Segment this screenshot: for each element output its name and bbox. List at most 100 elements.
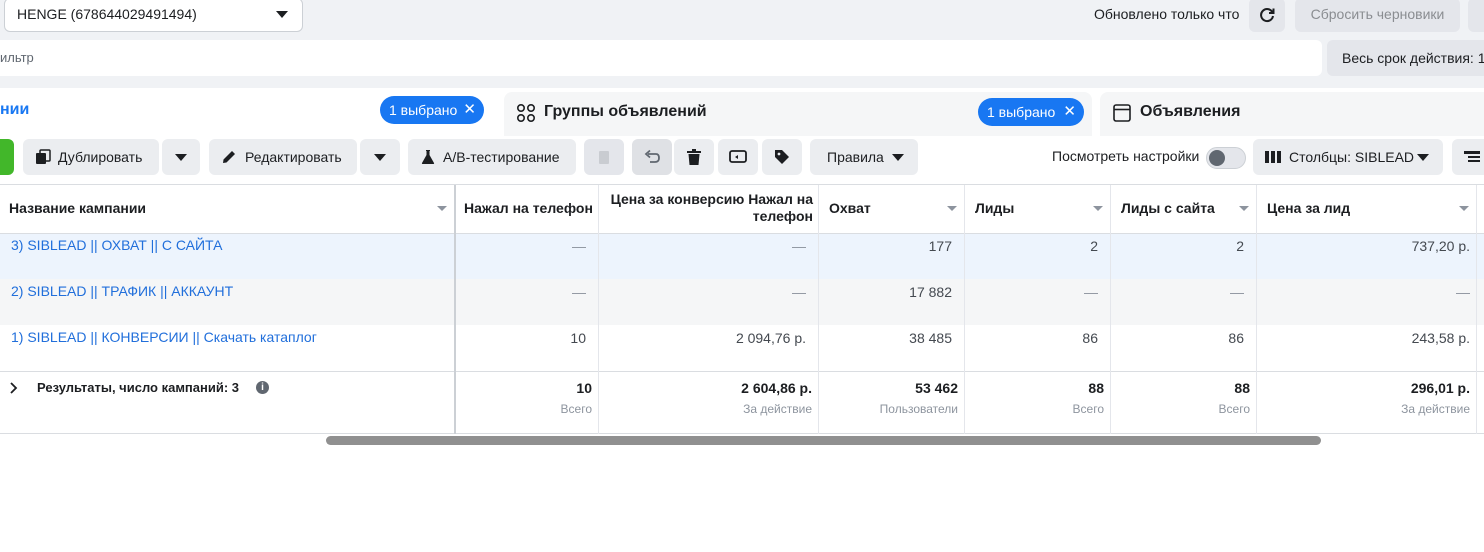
adsets-selected-badge[interactable]: 1 выбрано ✕ bbox=[978, 98, 1084, 126]
column-divider bbox=[1476, 185, 1477, 434]
column-header-campaign-name[interactable]: Название кампании bbox=[0, 185, 455, 233]
table-row[interactable]: 1) SIBLEAD || КОНВЕРСИИ || Скачать катап… bbox=[0, 325, 1484, 371]
info-icon[interactable]: i bbox=[256, 381, 269, 394]
table-row[interactable]: 3) SIBLEAD || ОХВАТ || С САЙТА — — 177 2… bbox=[0, 233, 1484, 279]
cell-reach: 38 485 bbox=[909, 330, 952, 346]
table-row[interactable]: 2) SIBLEAD || ТРАФИК || АККАУНТ — — 17 8… bbox=[0, 279, 1484, 325]
undo-button[interactable] bbox=[632, 139, 672, 175]
column-divider bbox=[1110, 185, 1111, 434]
summary-label: Результаты, число кампаний: 3 bbox=[37, 380, 240, 395]
ad-window-icon bbox=[1113, 104, 1131, 122]
account-label: HENGE (678644029491494) bbox=[17, 6, 197, 22]
tag-button[interactable] bbox=[762, 139, 802, 175]
columns-button[interactable]: Столбцы: SIBLEAD bbox=[1253, 139, 1443, 175]
grid-icon bbox=[516, 103, 536, 123]
chevron-down-icon bbox=[892, 154, 904, 161]
delete-button[interactable] bbox=[674, 139, 714, 175]
preview-button[interactable] bbox=[718, 139, 758, 175]
chevron-down-icon bbox=[374, 154, 386, 161]
create-button[interactable] bbox=[0, 139, 14, 175]
summary-phone-sub: Всего bbox=[560, 402, 592, 416]
horizontal-scrollbar[interactable] bbox=[326, 436, 1321, 445]
summary-leads-sub: Всего bbox=[1072, 402, 1104, 416]
header-label: Цена за лид bbox=[1267, 200, 1351, 216]
account-selector[interactable]: HENGE (678644029491494) bbox=[4, 0, 303, 32]
sort-arrow-icon[interactable] bbox=[1239, 206, 1249, 211]
close-icon[interactable]: ✕ bbox=[463, 96, 476, 124]
column-header-phone[interactable]: Нажал на телефон bbox=[455, 185, 599, 233]
sort-arrow-icon[interactable] bbox=[437, 206, 447, 211]
close-icon[interactable]: ✕ bbox=[1063, 98, 1076, 126]
header-label: Лиды bbox=[975, 200, 1015, 216]
duplicate-label: Дублировать bbox=[58, 149, 143, 165]
view-settings-label: Посмотреть настройки bbox=[1052, 148, 1200, 164]
rules-button[interactable]: Правила bbox=[810, 139, 918, 175]
sort-arrow-icon[interactable] bbox=[1093, 206, 1103, 211]
cell-reach: 17 882 bbox=[909, 284, 952, 300]
column-header-reach[interactable]: Охват bbox=[819, 185, 965, 233]
campaign-name-link[interactable]: 3) SIBLEAD || ОХВАТ || С САЙТА bbox=[11, 237, 222, 253]
column-header-cost-phone[interactable]: Цена за конверсию Нажал на телефон bbox=[599, 185, 819, 233]
edit-button[interactable]: Редактировать bbox=[209, 139, 357, 175]
chevron-right-icon[interactable] bbox=[9, 382, 19, 394]
more-button[interactable] bbox=[1468, 0, 1484, 32]
duplicate-button[interactable]: Дублировать bbox=[23, 139, 159, 175]
cell-leads: — bbox=[1084, 284, 1098, 300]
summary-cost-phone-sub: За действие bbox=[743, 402, 812, 416]
edit-options-button[interactable] bbox=[360, 139, 400, 175]
cell-leads: 86 bbox=[1082, 330, 1098, 346]
sort-arrow-icon[interactable] bbox=[947, 206, 957, 211]
column-header-leads[interactable]: Лиды bbox=[965, 185, 1111, 233]
header-label: Охват bbox=[829, 200, 871, 216]
chevron-down-icon bbox=[1417, 154, 1429, 161]
ab-test-label: A/B-тестирование bbox=[443, 149, 560, 165]
summary-row: Результаты, число кампаний: 3 i 10 Всего… bbox=[0, 371, 1484, 434]
column-header-site-leads[interactable]: Лиды с сайта bbox=[1111, 185, 1257, 233]
refresh-button[interactable] bbox=[1249, 0, 1285, 32]
duplicate-icon bbox=[36, 149, 51, 164]
summary-site-leads-sub: Всего bbox=[1218, 402, 1250, 416]
summary-site-leads: 88 bbox=[1234, 380, 1250, 396]
sort-arrow-icon[interactable] bbox=[1459, 206, 1469, 211]
summary-reach-sub: Пользователи bbox=[879, 402, 958, 416]
archive-button[interactable] bbox=[584, 139, 624, 175]
toggle-knob bbox=[1209, 150, 1225, 166]
discard-drafts-button[interactable]: Сбросить черновики bbox=[1295, 0, 1460, 32]
campaigns-selected-badge[interactable]: 1 выбрано ✕ bbox=[380, 96, 484, 124]
columns-icon bbox=[1265, 151, 1281, 163]
ab-test-button[interactable]: A/B-тестирование bbox=[408, 139, 576, 175]
chevron-down-icon bbox=[175, 154, 187, 161]
tab-ad-sets-label: Группы объявлений bbox=[544, 103, 707, 120]
preview-icon bbox=[729, 150, 747, 163]
summary-cost-lead: 296,01 р. bbox=[1410, 380, 1470, 396]
cell-reach: 177 bbox=[928, 238, 952, 254]
cell-phone: — bbox=[572, 284, 586, 300]
header-label: Цена за конверсию Нажал на телефон bbox=[610, 191, 813, 224]
column-divider bbox=[454, 185, 456, 434]
summary-cost-lead-sub: За действие bbox=[1401, 402, 1470, 416]
breakdown-button[interactable] bbox=[1452, 139, 1484, 175]
column-header-cost-lead[interactable]: Цена за лид bbox=[1257, 185, 1477, 233]
search-filter-input[interactable]: ильтр bbox=[0, 40, 1322, 76]
tab-ads-label: Объявления bbox=[1140, 103, 1241, 120]
tab-ads[interactable]: Объявления bbox=[1100, 92, 1484, 136]
updated-status: Обновлено только что bbox=[1094, 6, 1240, 22]
view-settings-toggle[interactable] bbox=[1206, 147, 1246, 169]
tab-campaigns-label: нии bbox=[0, 101, 30, 118]
cell-site-leads: 2 bbox=[1236, 238, 1244, 254]
clipboard-icon bbox=[599, 151, 609, 164]
campaign-name-link[interactable]: 2) SIBLEAD || ТРАФИК || АККАУНТ bbox=[11, 283, 233, 299]
summary-leads: 88 bbox=[1088, 380, 1104, 396]
cell-site-leads: — bbox=[1230, 284, 1244, 300]
summary-reach: 53 462 bbox=[915, 380, 958, 396]
summary-cost-phone: 2 604,86 р. bbox=[741, 380, 812, 396]
date-range-button[interactable]: Весь срок действия: 1 bbox=[1327, 40, 1484, 76]
duplicate-options-button[interactable] bbox=[162, 139, 200, 175]
edit-label: Редактировать bbox=[245, 149, 342, 165]
cell-cost-lead: 737,20 р. bbox=[1411, 238, 1470, 254]
cell-cost-lead: — bbox=[1456, 284, 1470, 300]
column-divider bbox=[598, 185, 599, 434]
columns-label: Столбцы: SIBLEAD bbox=[1289, 149, 1415, 165]
trash-icon bbox=[687, 149, 701, 165]
campaign-name-link[interactable]: 1) SIBLEAD || КОНВЕРСИИ || Скачать катап… bbox=[11, 329, 317, 345]
